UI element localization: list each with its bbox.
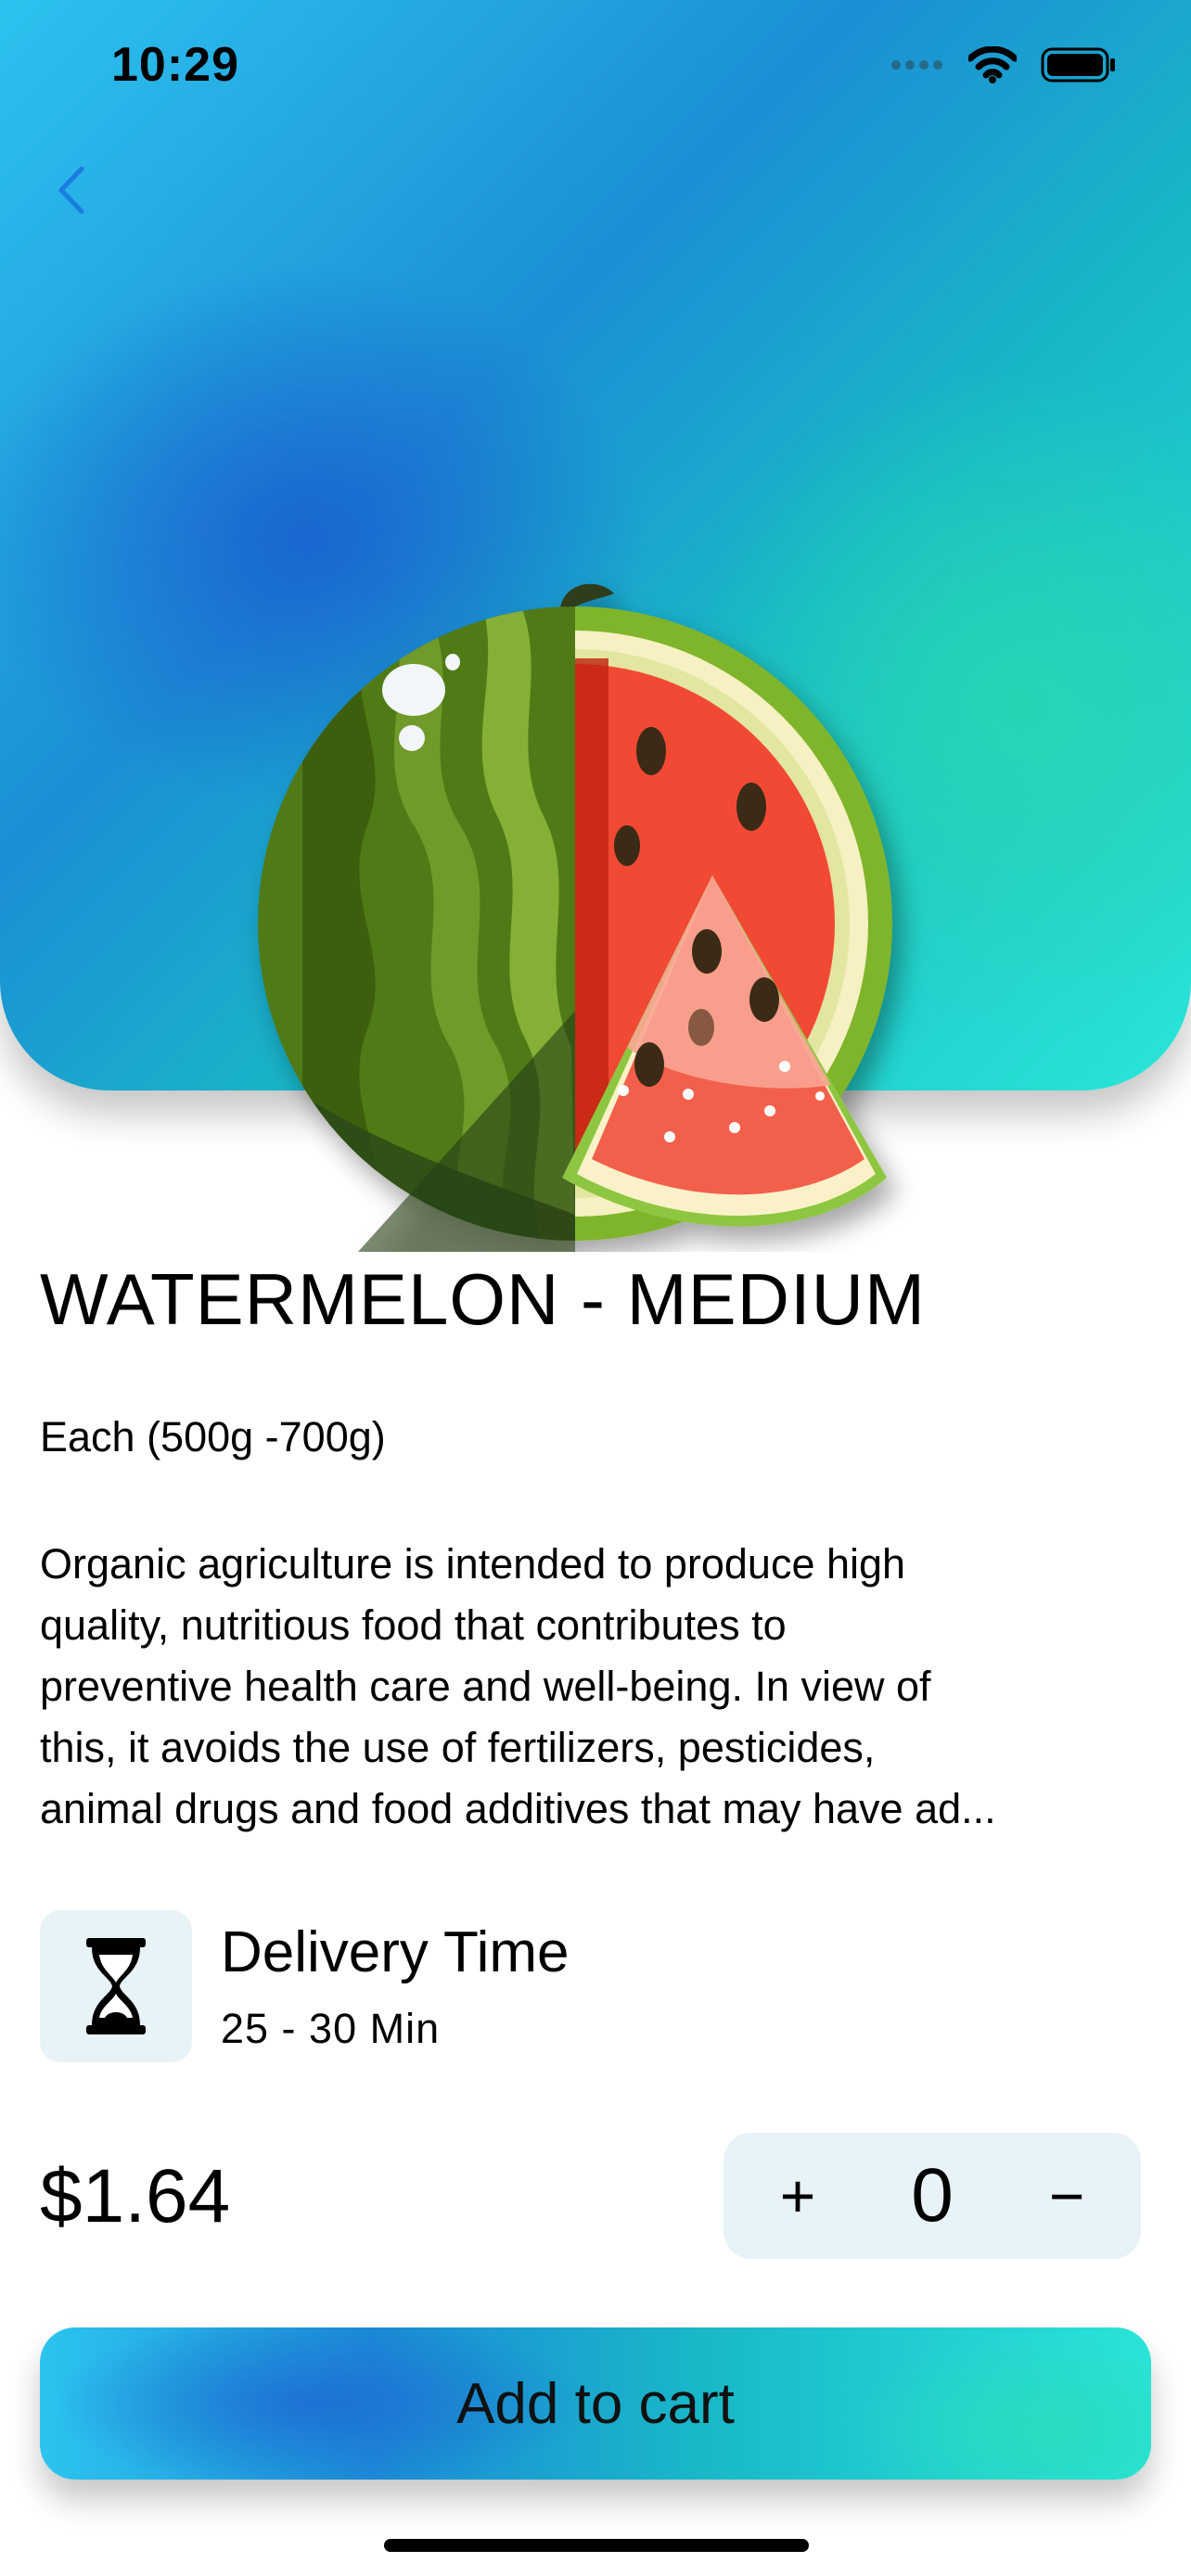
add-to-cart-button[interactable]: Add to cart (40, 2327, 1151, 2480)
signal-icon (891, 60, 942, 70)
watermelon-image (258, 583, 892, 1252)
home-indicator[interactable] (384, 2539, 809, 2552)
add-to-cart-label: Add to cart (456, 2371, 735, 2436)
quantity-value: 0 (911, 2153, 954, 2238)
delivery-title: Delivery Time (221, 1920, 570, 1984)
product-unit: Each (500g -700g) (40, 1413, 386, 1460)
back-chevron-icon (58, 166, 84, 214)
wifi-icon (968, 46, 1017, 83)
hourglass-icon (86, 1938, 146, 2034)
status-icons (890, 46, 1117, 83)
delivery-value: 25 - 30 Min (221, 2005, 441, 2052)
back-button[interactable] (45, 148, 119, 232)
quantity-stepper: + 0 − (724, 2133, 1141, 2259)
battery-icon (1041, 47, 1115, 83)
product-price: $1.64 (40, 2154, 231, 2238)
delivery-icon-box (40, 1910, 192, 2062)
increase-quantity-button[interactable]: + (742, 2133, 853, 2259)
product-title: WATERMELON - MEDIUM (40, 1258, 926, 1340)
status-time: 10:29 (111, 38, 239, 92)
decrease-quantity-button[interactable]: − (1011, 2133, 1122, 2259)
product-description: Organic agriculture is intended to produ… (40, 1540, 996, 1832)
